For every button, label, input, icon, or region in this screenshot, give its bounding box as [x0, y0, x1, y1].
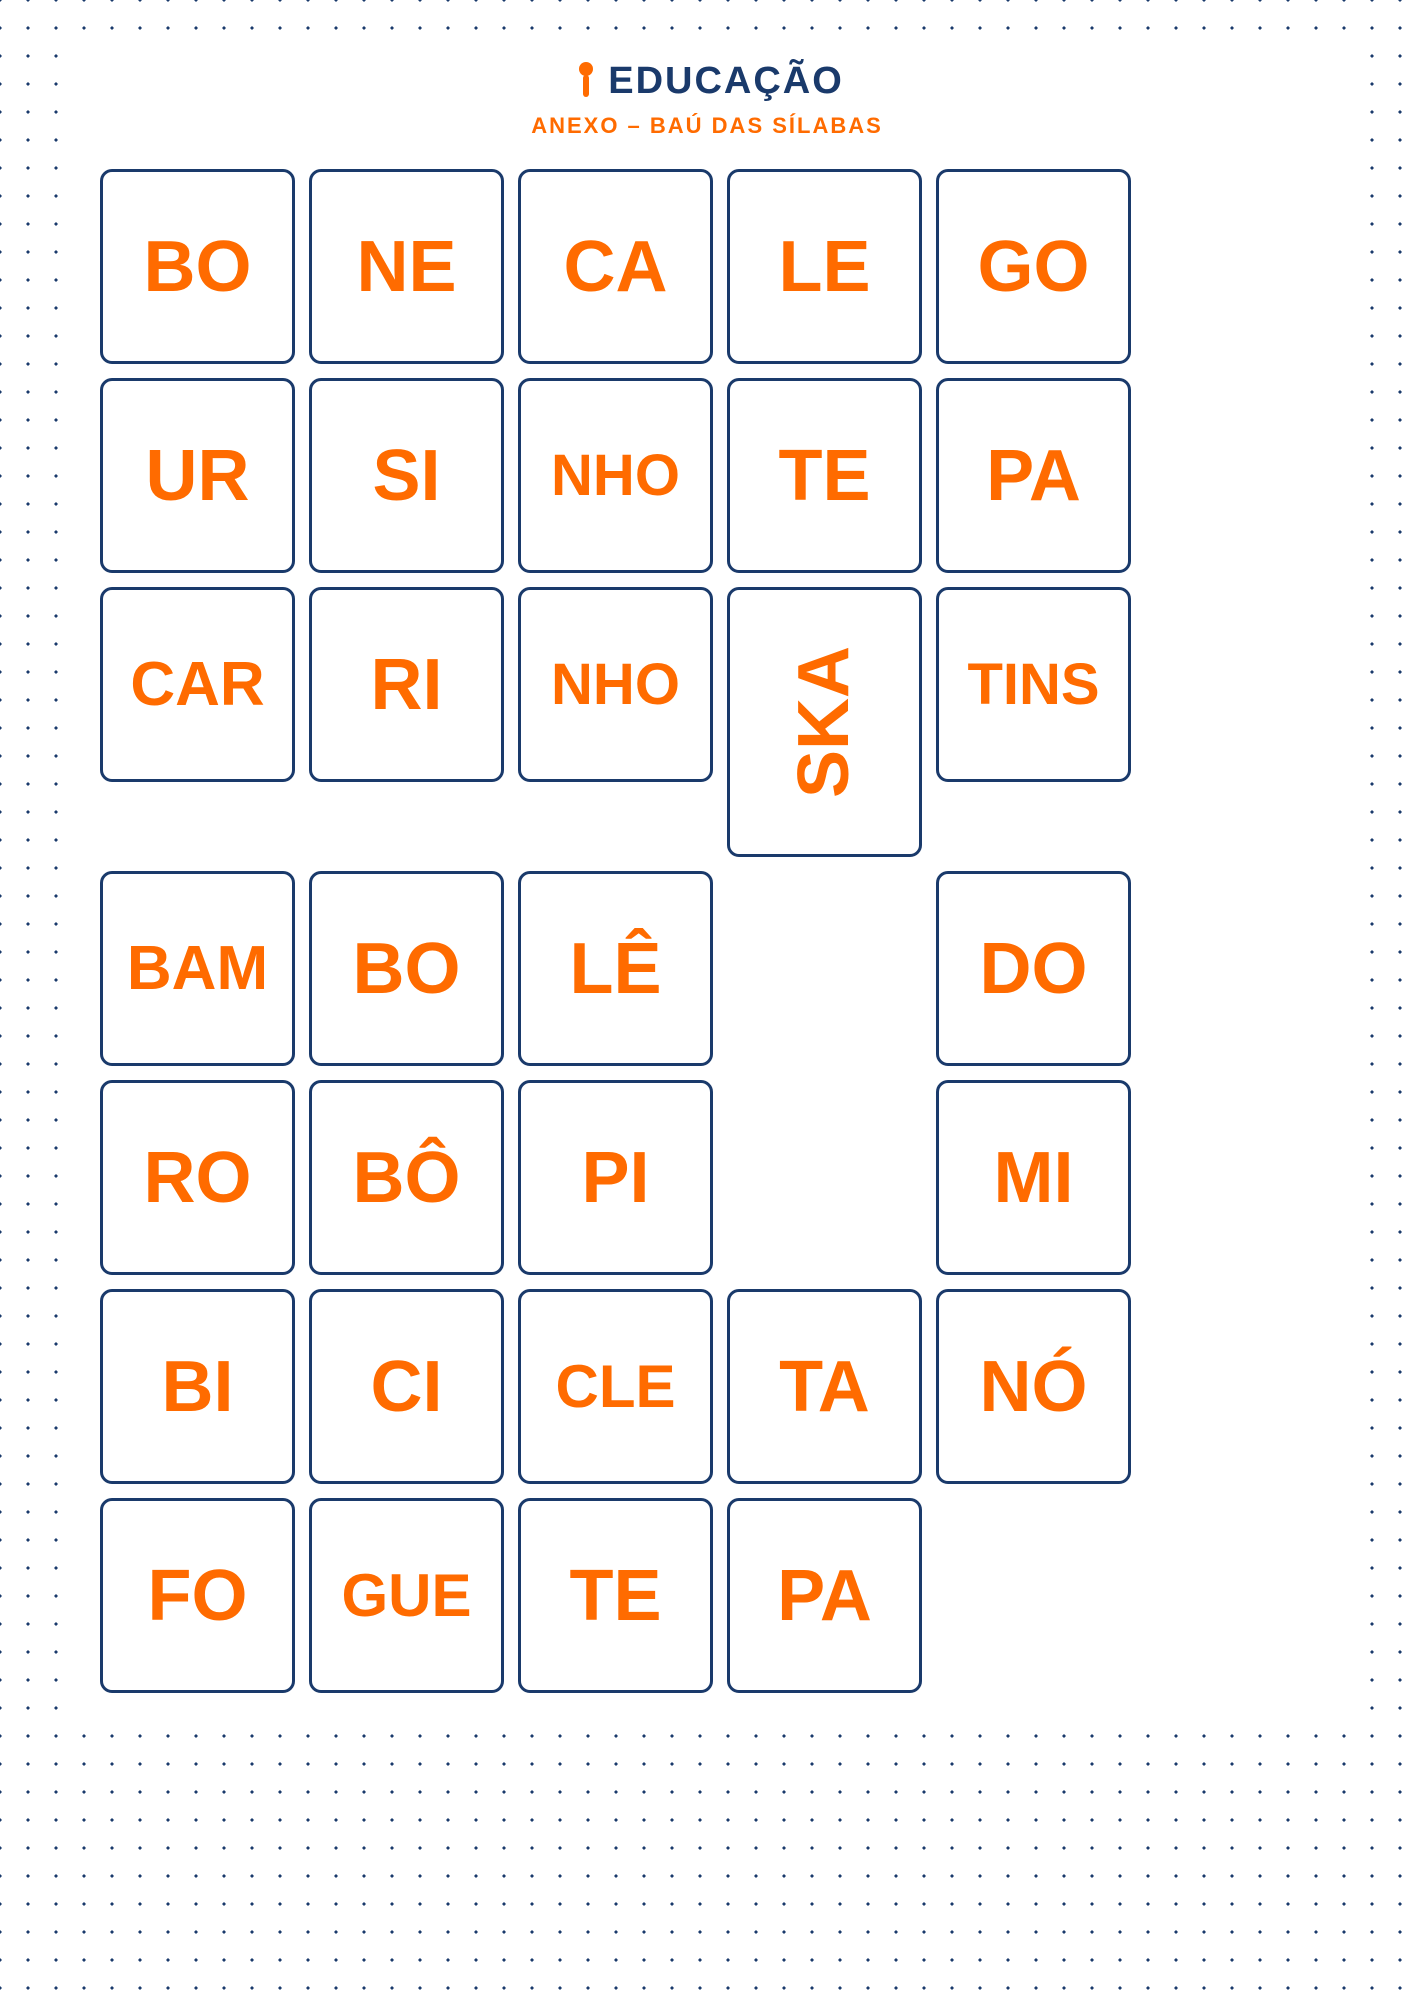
- syllable-text: CI: [371, 1351, 443, 1423]
- syllable-text: BO: [144, 231, 252, 303]
- syllable-box: LÊ: [518, 871, 713, 1066]
- syllable-box: RI: [309, 587, 504, 782]
- syllable-box: BO: [100, 169, 295, 364]
- syllable-box: SI: [309, 378, 504, 573]
- syllable-text: TE: [778, 440, 870, 512]
- syllable-text: MI: [994, 1142, 1074, 1214]
- syllable-text: CA: [564, 231, 668, 303]
- syllable-box: CLE: [518, 1289, 713, 1484]
- grid-row-1: BO NE CA LE GO: [100, 169, 1314, 364]
- syllable-text: LE: [778, 231, 870, 303]
- syllable-text: SI: [372, 440, 440, 512]
- syllable-box: CA: [518, 169, 713, 364]
- syllable-text: BAM: [127, 938, 268, 1000]
- logo-icon: [570, 62, 602, 102]
- syllable-box: RO: [100, 1080, 295, 1275]
- syllable-box: PI: [518, 1080, 713, 1275]
- grid-row-2: UR SI NHO TE PA: [100, 378, 1314, 573]
- syllable-box: TE: [518, 1498, 713, 1693]
- syllable-text: NÓ: [980, 1351, 1088, 1423]
- syllable-box: TA: [727, 1289, 922, 1484]
- syllable-text: NE: [356, 231, 456, 303]
- syllable-box: NE: [309, 169, 504, 364]
- syllable-box: GUE: [309, 1498, 504, 1693]
- syllable-box: BAM: [100, 871, 295, 1066]
- syllable-box: CI: [309, 1289, 504, 1484]
- syllable-box: MI: [936, 1080, 1131, 1275]
- syllable-text: TE: [569, 1560, 661, 1632]
- syllable-text: RI: [371, 649, 443, 721]
- grid-row-7: FO GUE TE PA: [100, 1498, 1314, 1693]
- page: EDUCAÇÃO ANEXO – BAÚ DAS SÍLABAS BO NE C…: [0, 0, 1414, 2000]
- syllable-box: BI: [100, 1289, 295, 1484]
- header: EDUCAÇÃO ANEXO – BAÚ DAS SÍLABAS: [100, 60, 1314, 139]
- syllable-box: NHO: [518, 378, 713, 573]
- syllable-text: PI: [581, 1142, 649, 1214]
- syllable-box: GO: [936, 169, 1131, 364]
- syllable-box: NÓ: [936, 1289, 1131, 1484]
- syllable-box: BO: [309, 871, 504, 1066]
- syllable-box: BÔ: [309, 1080, 504, 1275]
- syllable-text: LÊ: [569, 933, 661, 1005]
- syllable-text: BI: [162, 1351, 234, 1423]
- subtitle: ANEXO – BAÚ DAS SÍLABAS: [531, 113, 883, 139]
- syllable-text: NHO: [551, 447, 680, 505]
- syllable-text: FO: [148, 1560, 248, 1632]
- syllable-box: TINS: [936, 587, 1131, 782]
- syllable-text: DO: [980, 933, 1088, 1005]
- syllable-text: GO: [977, 231, 1089, 303]
- syllable-box: NHO: [518, 587, 713, 782]
- syllable-text: PA: [986, 440, 1081, 512]
- syllable-box: DO: [936, 871, 1131, 1066]
- syllable-box: PA: [936, 378, 1131, 573]
- syllable-box: UR: [100, 378, 295, 573]
- syllable-text: BO: [353, 933, 461, 1005]
- content-area: EDUCAÇÃO ANEXO – BAÚ DAS SÍLABAS BO NE C…: [60, 30, 1354, 1733]
- syllable-box: CAR: [100, 587, 295, 782]
- syllable-text: GUE: [341, 1566, 471, 1626]
- logo-text: EDUCAÇÃO: [608, 60, 844, 103]
- syllable-text: TA: [779, 1351, 870, 1423]
- grid-row-6: BI CI CLE TA NÓ: [100, 1289, 1314, 1484]
- syllable-text: UR: [146, 440, 250, 512]
- syllable-grid: BO NE CA LE GO UR: [100, 169, 1314, 1693]
- syllable-box: LE: [727, 169, 922, 364]
- syllable-text: NHO: [551, 656, 680, 714]
- grid-row-3: CAR RI NHO SKA TINS: [100, 587, 1314, 857]
- syllable-text: CLE: [556, 1357, 676, 1417]
- logo-row: EDUCAÇÃO: [570, 60, 844, 103]
- syllable-text: CAR: [130, 654, 264, 716]
- syllable-box: FO: [100, 1498, 295, 1693]
- syllable-box: TE: [727, 378, 922, 573]
- grid-row-4: BAM BO LÊ DO: [100, 871, 1314, 1066]
- syllable-text: RO: [144, 1142, 252, 1214]
- syllable-text: PA: [777, 1560, 872, 1632]
- syllable-text: SKA: [788, 646, 860, 798]
- syllable-text: TINS: [967, 656, 1099, 714]
- syllable-text: BÔ: [353, 1142, 461, 1214]
- syllable-box: PA: [727, 1498, 922, 1693]
- syllable-box-ska: SKA: [727, 587, 922, 857]
- grid-row-5: RO BÔ PI MI: [100, 1080, 1314, 1275]
